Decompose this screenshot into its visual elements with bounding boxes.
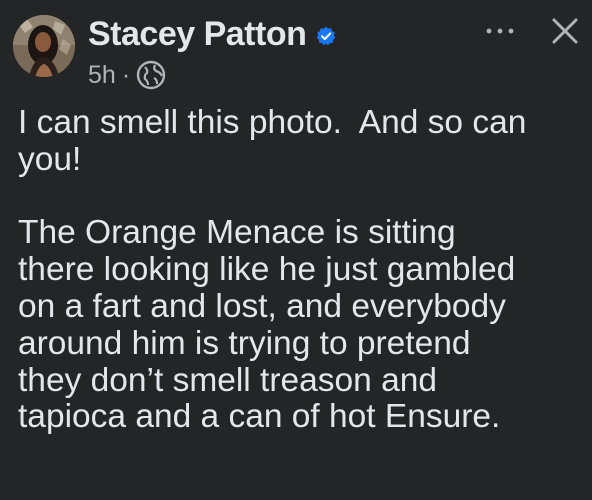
post-text-line: you! <box>18 140 82 178</box>
post-text-line: there looking like he just gambled <box>18 251 516 289</box>
post-text-line: around him is trying to pretend <box>18 324 471 362</box>
post-timestamp[interactable]: 5h <box>88 61 116 90</box>
post-card: Stacey Patton 5h · I can smell this phot… <box>0 0 592 500</box>
post-text-line: they don’t smell treason and <box>18 361 437 399</box>
post-paragraph: The Orange Menace is sitting there looki… <box>18 215 584 436</box>
post-text-line: I can smell this photo. And so can <box>18 104 527 141</box>
globe-icon[interactable] <box>136 60 166 90</box>
author-row: Stacey Patton <box>88 12 336 56</box>
more-options-button[interactable] <box>483 14 517 48</box>
post-meta: 5h · <box>88 58 166 92</box>
close-button[interactable] <box>546 12 584 50</box>
post-text-line: The Orange Menace is sitting <box>18 214 456 252</box>
meta-separator: · <box>121 60 131 89</box>
verified-badge-icon <box>317 26 336 46</box>
post-body: I can smell this photo. And so can you! … <box>18 104 584 436</box>
post-text-line: on a fart and lost, and everybody <box>18 287 506 325</box>
avatar-photo <box>13 15 75 77</box>
author-name[interactable]: Stacey Patton <box>88 15 307 54</box>
post-paragraph: I can smell this photo. And so can you! <box>18 104 584 179</box>
author-avatar[interactable] <box>13 15 75 77</box>
post-text-line: tapioca and a can of hot Ensure. <box>18 398 501 436</box>
close-icon <box>552 18 578 44</box>
more-options-icon <box>486 28 514 34</box>
